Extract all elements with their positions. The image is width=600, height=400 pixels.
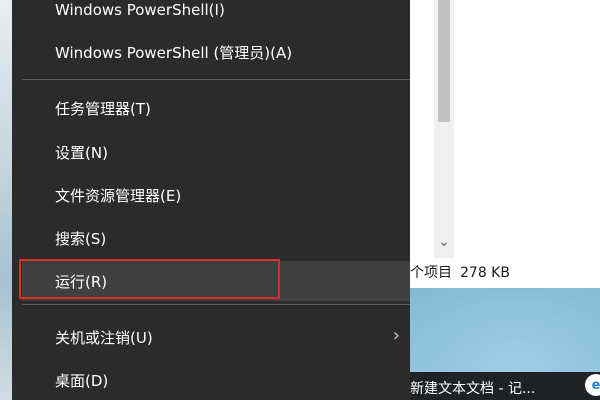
menu-item-task-manager[interactable]: 任务管理器(T)	[22, 88, 410, 128]
menu-item-label: 搜索(S)	[55, 229, 107, 248]
menu-item-settings[interactable]: 设置(N)	[22, 132, 410, 172]
menu-item-label: 桌面(D)	[55, 371, 109, 390]
menu-separator	[22, 79, 410, 80]
browser-icon[interactable]: e	[585, 374, 600, 396]
menu-item-label: 设置(N)	[55, 143, 108, 162]
menu-item-desktop[interactable]: 桌面(D)	[22, 360, 410, 400]
status-item-count: 个项目	[410, 265, 452, 281]
menu-item-powershell-admin[interactable]: Windows PowerShell (管理员)(A)	[22, 32, 410, 72]
menu-item-label: 关机或注销(U)	[55, 328, 153, 347]
explorer-scroll-thumb[interactable]	[438, 0, 450, 122]
menu-item-powershell[interactable]: Windows PowerShell(I)	[22, 0, 410, 30]
menu-item-run[interactable]: 运行(R)	[22, 261, 410, 301]
taskbar-item-notepad[interactable]: 新建文本文档 - 记...	[410, 378, 535, 398]
menu-item-label: 运行(R)	[55, 272, 108, 291]
status-selected-size: 278 KB	[460, 265, 510, 281]
desktop-edge	[0, 0, 12, 400]
winx-context-menu: Windows PowerShell(I) Windows PowerShell…	[12, 0, 410, 400]
menu-item-search[interactable]: 搜索(S)	[22, 218, 410, 258]
menu-item-label: Windows PowerShell(I)	[55, 1, 225, 19]
menu-item-file-explorer[interactable]: 文件资源管理器(E)	[22, 175, 410, 215]
menu-item-label: 文件资源管理器(E)	[55, 186, 182, 205]
menu-item-label: 任务管理器(T)	[55, 99, 151, 118]
chevron-right-icon: ›	[392, 325, 400, 346]
menu-separator	[22, 304, 410, 305]
explorer-status-bar: 个项目 278 KB	[410, 262, 510, 282]
menu-item-label: Windows PowerShell (管理员)(A)	[55, 43, 293, 62]
menu-item-shutdown-signout[interactable]: 关机或注销(U) ›	[22, 317, 410, 357]
scroll-down-arrow-icon[interactable]: ⌄	[434, 232, 454, 252]
